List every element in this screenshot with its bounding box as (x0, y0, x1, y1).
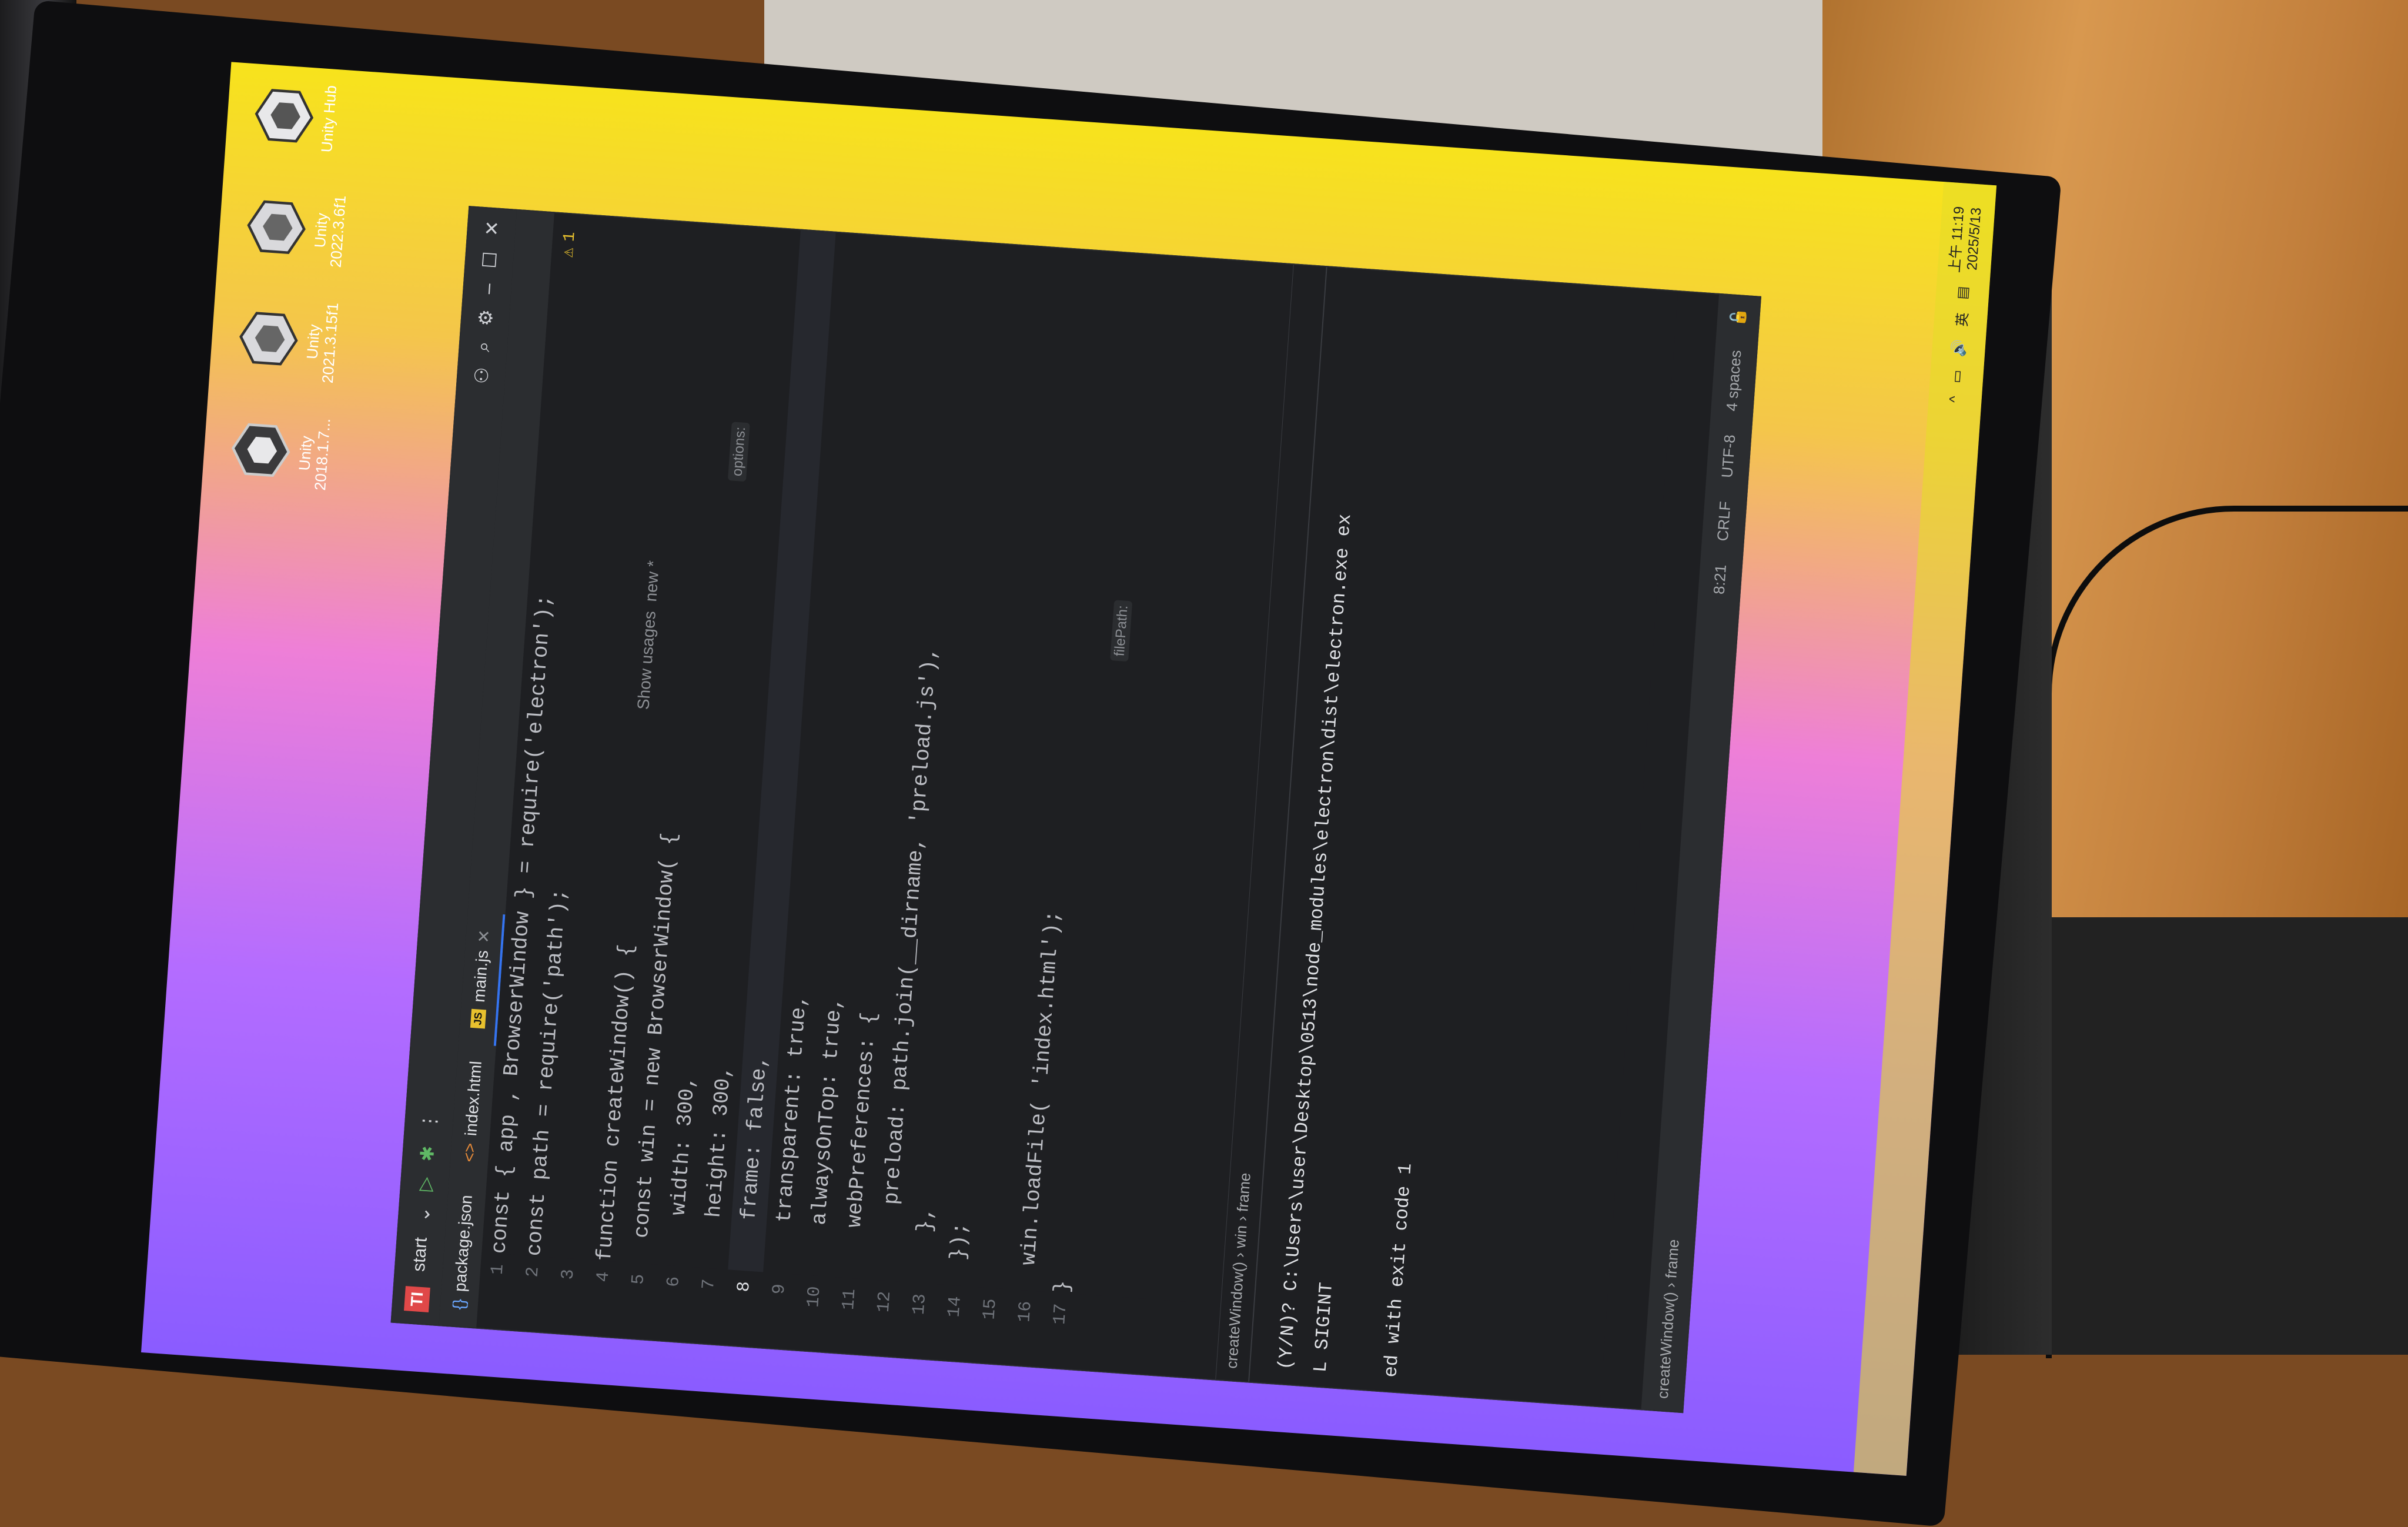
project-badge[interactable]: TI (404, 1286, 430, 1312)
chevron-down-icon[interactable]: ⌄ (412, 1205, 435, 1222)
new-hint: new * (641, 560, 663, 603)
desktop-icon-unity-2021[interactable]: Unity 2021.3.15f1 (233, 292, 427, 393)
line-number: 14 (944, 1295, 966, 1318)
desktop-icons: Unity Hub Unity 2022.3.6f1 Unity 2021.3.… (225, 69, 442, 505)
line-number: 8 (734, 1281, 755, 1293)
line-number: 5 (628, 1273, 650, 1285)
debug-icon[interactable]: ✱ (416, 1145, 439, 1162)
line-number: 15 (979, 1298, 1001, 1321)
code-area[interactable]: const { app , BrowserWindow } = require(… (481, 213, 1293, 1304)
search-icon[interactable]: ⌕ (472, 340, 495, 353)
line-number: 17 (1050, 1302, 1072, 1326)
line-ending[interactable]: CRLF (1713, 500, 1734, 542)
unity-hub-icon (255, 89, 314, 143)
run-icon[interactable]: ▷ (413, 1176, 437, 1192)
line-number: 2 (523, 1266, 544, 1278)
maximize-icon[interactable]: ☐ (478, 250, 501, 269)
code-editor[interactable]: 1 2 3 4 5 6 7 8 9 10 11 12 13 14 15 16 1 (476, 213, 1293, 1379)
desktop-icon-label: Unity 2021.3.15f1 (303, 302, 342, 384)
desktop-icon-unity-hub[interactable]: Unity Hub (248, 69, 442, 171)
html-icon: <> (459, 1142, 480, 1163)
more-icon[interactable]: ⋮ (418, 1111, 442, 1131)
volume-icon[interactable]: 🔊 (1949, 339, 1968, 357)
unity-icon (239, 312, 298, 366)
js-icon: JS (470, 1008, 486, 1029)
tab-label: index.html (461, 1060, 485, 1137)
status-breadcrumb[interactable]: createWindow() › frame (1653, 617, 1726, 1399)
desktop-icon-label: Unity 2018.1.7... (295, 417, 334, 492)
show-usages-link[interactable]: Show usages (626, 610, 668, 711)
unity-icon (231, 423, 290, 477)
lock-icon[interactable]: 🔓 (1728, 307, 1748, 327)
file-encoding[interactable]: UTF-8 (1718, 434, 1739, 479)
notification-icon[interactable]: ▤ (1954, 286, 1972, 300)
indent-setting[interactable]: 4 spaces (1723, 349, 1745, 412)
desktop-icon-label: Unity 2022.3.6f1 (310, 195, 349, 269)
ide-window: TI start ⌄ ▷ ✱ ⋮ ⚇ ⌕ ⚙ – ☐ ✕ {} package.… (390, 206, 1762, 1414)
desktop-icon-label: Unity Hub (317, 85, 340, 153)
line-number: 10 (804, 1285, 825, 1308)
line-number: 12 (874, 1290, 896, 1314)
usage-hints: Show usages new * (631, 560, 665, 710)
json-icon: {} (449, 1298, 469, 1311)
monitor-screen: Unity Hub Unity 2022.3.6f1 Unity 2021.3.… (141, 62, 1997, 1476)
ime-indicator[interactable]: 英 (1950, 312, 1972, 328)
caret-position[interactable]: 8:21 (1710, 564, 1730, 595)
desktop-icon-unity-2018[interactable]: Unity 2018.1.7... (225, 404, 419, 505)
minimize-icon[interactable]: – (477, 283, 499, 295)
line-number: 1 (487, 1263, 509, 1276)
run-config-select[interactable]: start (409, 1237, 432, 1272)
monitor-cable (2046, 506, 2408, 1358)
line-number: 16 (1015, 1300, 1036, 1323)
inspection-widget[interactable]: ⚠ 1 (557, 231, 583, 258)
line-number: 4 (593, 1271, 614, 1283)
desktop-icon-unity-2022[interactable]: Unity 2022.3.6f1 (240, 181, 434, 282)
gear-icon[interactable]: ⚙ (474, 309, 497, 327)
tab-label: main.js (469, 949, 492, 1003)
line-number: 13 (909, 1293, 931, 1316)
network-icon[interactable]: ▭ (1948, 369, 1966, 384)
line-number: 6 (663, 1275, 685, 1288)
line-number: 7 (698, 1278, 720, 1291)
close-tab-icon[interactable]: ✕ (474, 929, 494, 944)
line-number: 3 (558, 1268, 579, 1281)
warning-count: 1 (560, 231, 580, 243)
line-number: 11 (839, 1288, 861, 1311)
filepath-hint: filePath: (1110, 600, 1133, 662)
unity-icon (247, 200, 306, 254)
line-number: 9 (769, 1283, 790, 1295)
clock-date: 2025/5/13 (1964, 207, 1985, 271)
add-user-icon[interactable]: ⚇ (470, 366, 493, 385)
chevron-up-icon[interactable]: ^ (1947, 396, 1964, 403)
taskbar-clock[interactable]: 上午 11:19 2025/5/13 (1947, 206, 1985, 275)
tab-label: package.json (450, 1194, 476, 1292)
close-icon[interactable]: ✕ (480, 220, 504, 237)
